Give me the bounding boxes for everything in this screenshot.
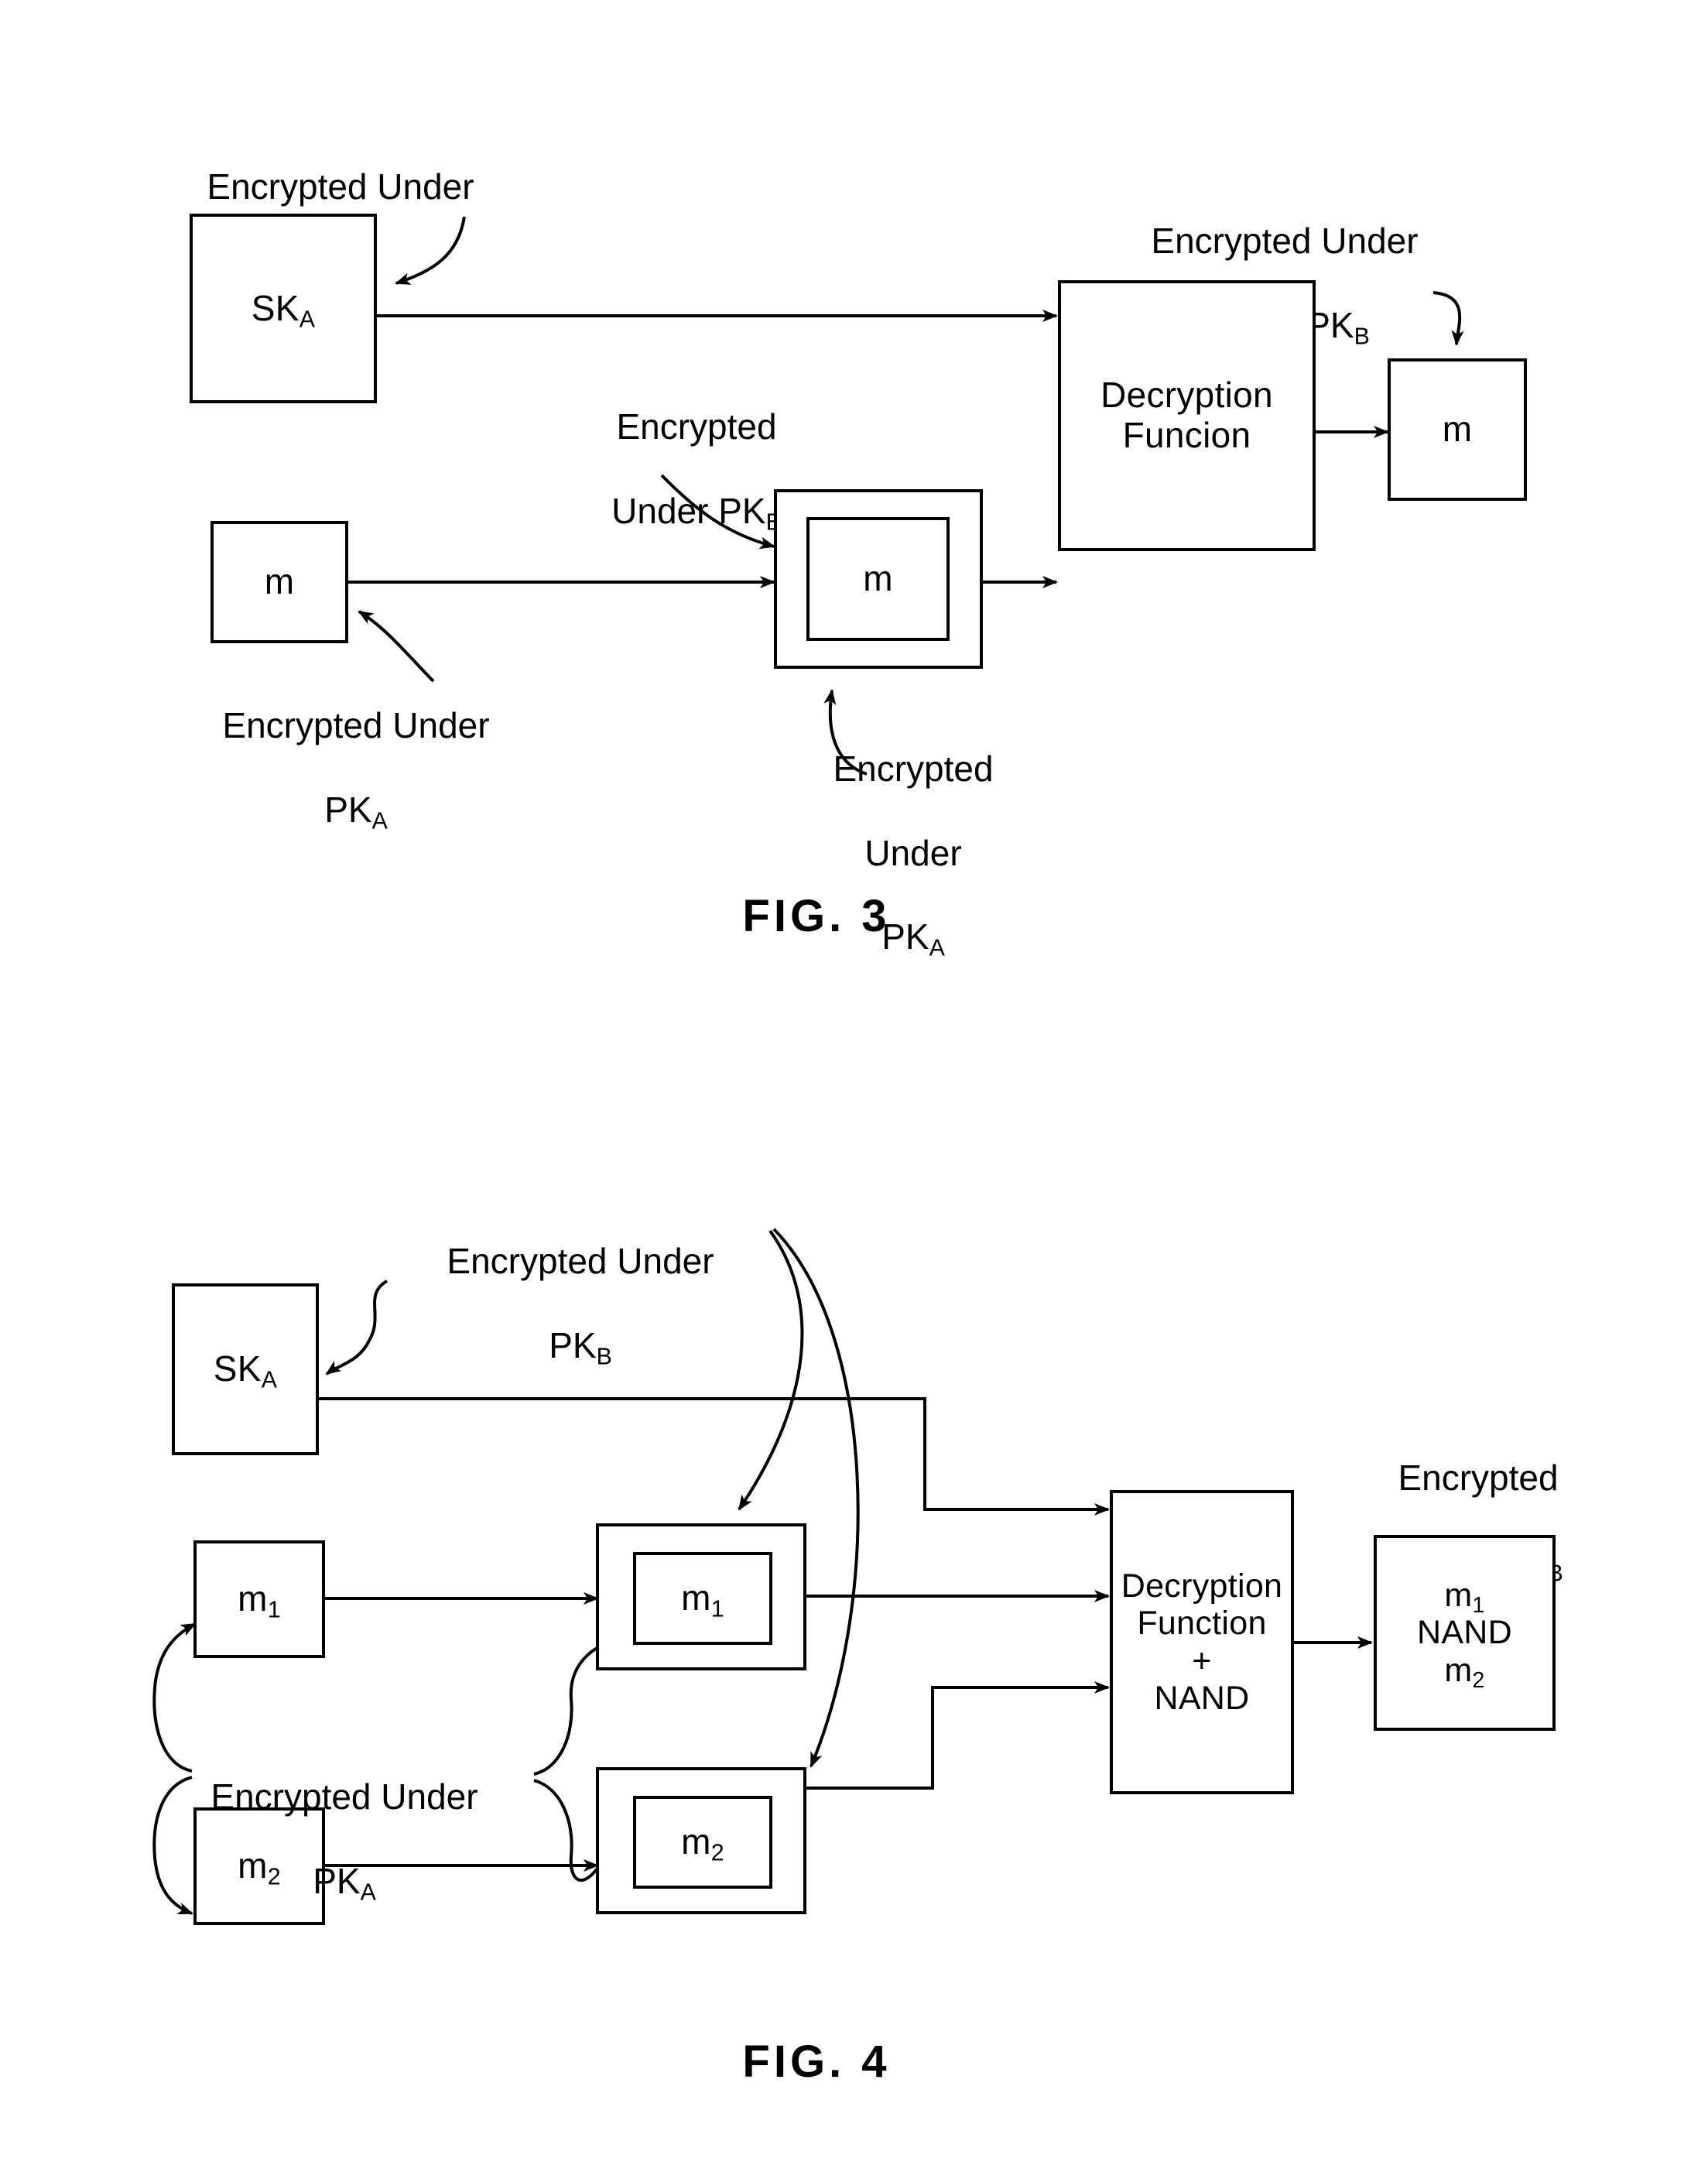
label-line-2: PK [324, 789, 372, 830]
label-line-2: PK [313, 1860, 361, 1901]
fig3-nested-inner-label: m [863, 558, 893, 599]
fig4-ska-box-label: SKA [213, 1348, 278, 1392]
fig4-output-box: m1 NAND m2 [1374, 1535, 1556, 1731]
m1-inner-subscript: 1 [710, 1596, 724, 1622]
label-subscript: B [1354, 324, 1370, 350]
label-line-1: Encrypted Under [222, 705, 490, 746]
fig4-decryption-nand-label: Decryption Function + NAND [1121, 1567, 1283, 1717]
fig3-output-m-box: m [1388, 358, 1527, 501]
decryption-line-4: NAND [1154, 1679, 1250, 1717]
output-line-3: m [1444, 1651, 1473, 1689]
arrow-m2nested-to-decryption [806, 1681, 1110, 1790]
fig4-ska-box: SKA [172, 1283, 319, 1455]
label-subscript: B [596, 1344, 612, 1370]
label-line-1: Encrypted Under [211, 1776, 478, 1817]
decryption-line-2: Function [1137, 1605, 1267, 1643]
fig3-output-m-label: m [1442, 409, 1473, 450]
m2-inner-subscript: 2 [710, 1840, 724, 1866]
m1-inner-text: m [681, 1578, 711, 1619]
m1-subscript: 1 [267, 1597, 281, 1623]
fig4-pka-label: Encrypted Under PKA [159, 1734, 530, 1906]
decryption-line-1: Decryption [1100, 375, 1273, 416]
decryption-line-3: + [1192, 1642, 1212, 1680]
label-subscript: A [371, 808, 388, 834]
label-subscript: A [360, 1879, 376, 1906]
decryption-line-2: Funcion [1122, 415, 1251, 455]
fig4-m1-plain-box: m1 [193, 1540, 325, 1658]
fig3-decryption-box-label: Decryption Funcion [1100, 375, 1273, 455]
fig3-m-plain-encryption-label: Encrypted Under PKA [178, 663, 534, 834]
fig4-output-label: m1 NAND m2 [1416, 1577, 1513, 1691]
fig3-decryption-box: Decryption Funcion [1058, 280, 1316, 551]
label-line-1: Encrypted Under [207, 166, 474, 207]
label-line-1: Encrypted [616, 406, 777, 447]
ska-text: SK [213, 1348, 262, 1389]
label-line-2: Under [864, 832, 962, 873]
label-line-1: Encrypted Under [447, 1241, 714, 1282]
fig4-m2-nested-inner-label: m2 [681, 1821, 724, 1865]
label-line-1: Encrypted [833, 749, 994, 790]
output-line-1: m [1444, 1577, 1473, 1615]
fig4-m1-nested-inner-box: m1 [633, 1552, 772, 1645]
label-line-1: Encrypted Under [1151, 221, 1419, 262]
fig4-m1-nested-inner-label: m1 [681, 1578, 724, 1622]
label-line-2: Under PK [611, 490, 766, 531]
arrow-pkb-to-m2-nested [772, 1228, 860, 1768]
label-line-1: Encrypted [1398, 1458, 1559, 1499]
fig4-decryption-nand-box: Decryption Function + NAND [1110, 1490, 1294, 1794]
label-line-2: PK [549, 1324, 597, 1365]
fig4-m2-nested-inner-box: m2 [633, 1796, 772, 1889]
fig4-caption: FIG. 4 [742, 2037, 891, 2087]
arrow-ska-to-decryption-fig4 [318, 1397, 1110, 1516]
ska-text: SK [251, 287, 299, 328]
ska-subscript: A [299, 307, 316, 333]
fig3-m-plain-box: m [211, 521, 348, 643]
fig3-nested-inner-box: m [806, 517, 950, 641]
fig3-ska-box-label: SKA [251, 287, 316, 333]
fig3-caption: FIG. 3 [742, 891, 891, 941]
fig4-pkb-label: Encrypted Under PKB [402, 1198, 758, 1370]
patent-figure-sheet: Encrypted Under PKB SKA Encrypted Under … [0, 0, 1708, 2172]
decryption-line-1: Decryption [1121, 1567, 1283, 1605]
output-line-2: NAND [1416, 1614, 1513, 1652]
m1-text: m [238, 1578, 268, 1619]
ska-subscript: A [261, 1367, 278, 1393]
output-line-3-subscript: 2 [1472, 1667, 1485, 1693]
arrow-pkb-to-ska-fig4 [325, 1280, 388, 1375]
m2-inner-text: m [681, 1821, 711, 1862]
fig3-ska-box: SKA [190, 214, 377, 403]
fig3-m-plain-label: m [264, 561, 295, 602]
fig4-m1-plain-label: m1 [238, 1578, 281, 1622]
